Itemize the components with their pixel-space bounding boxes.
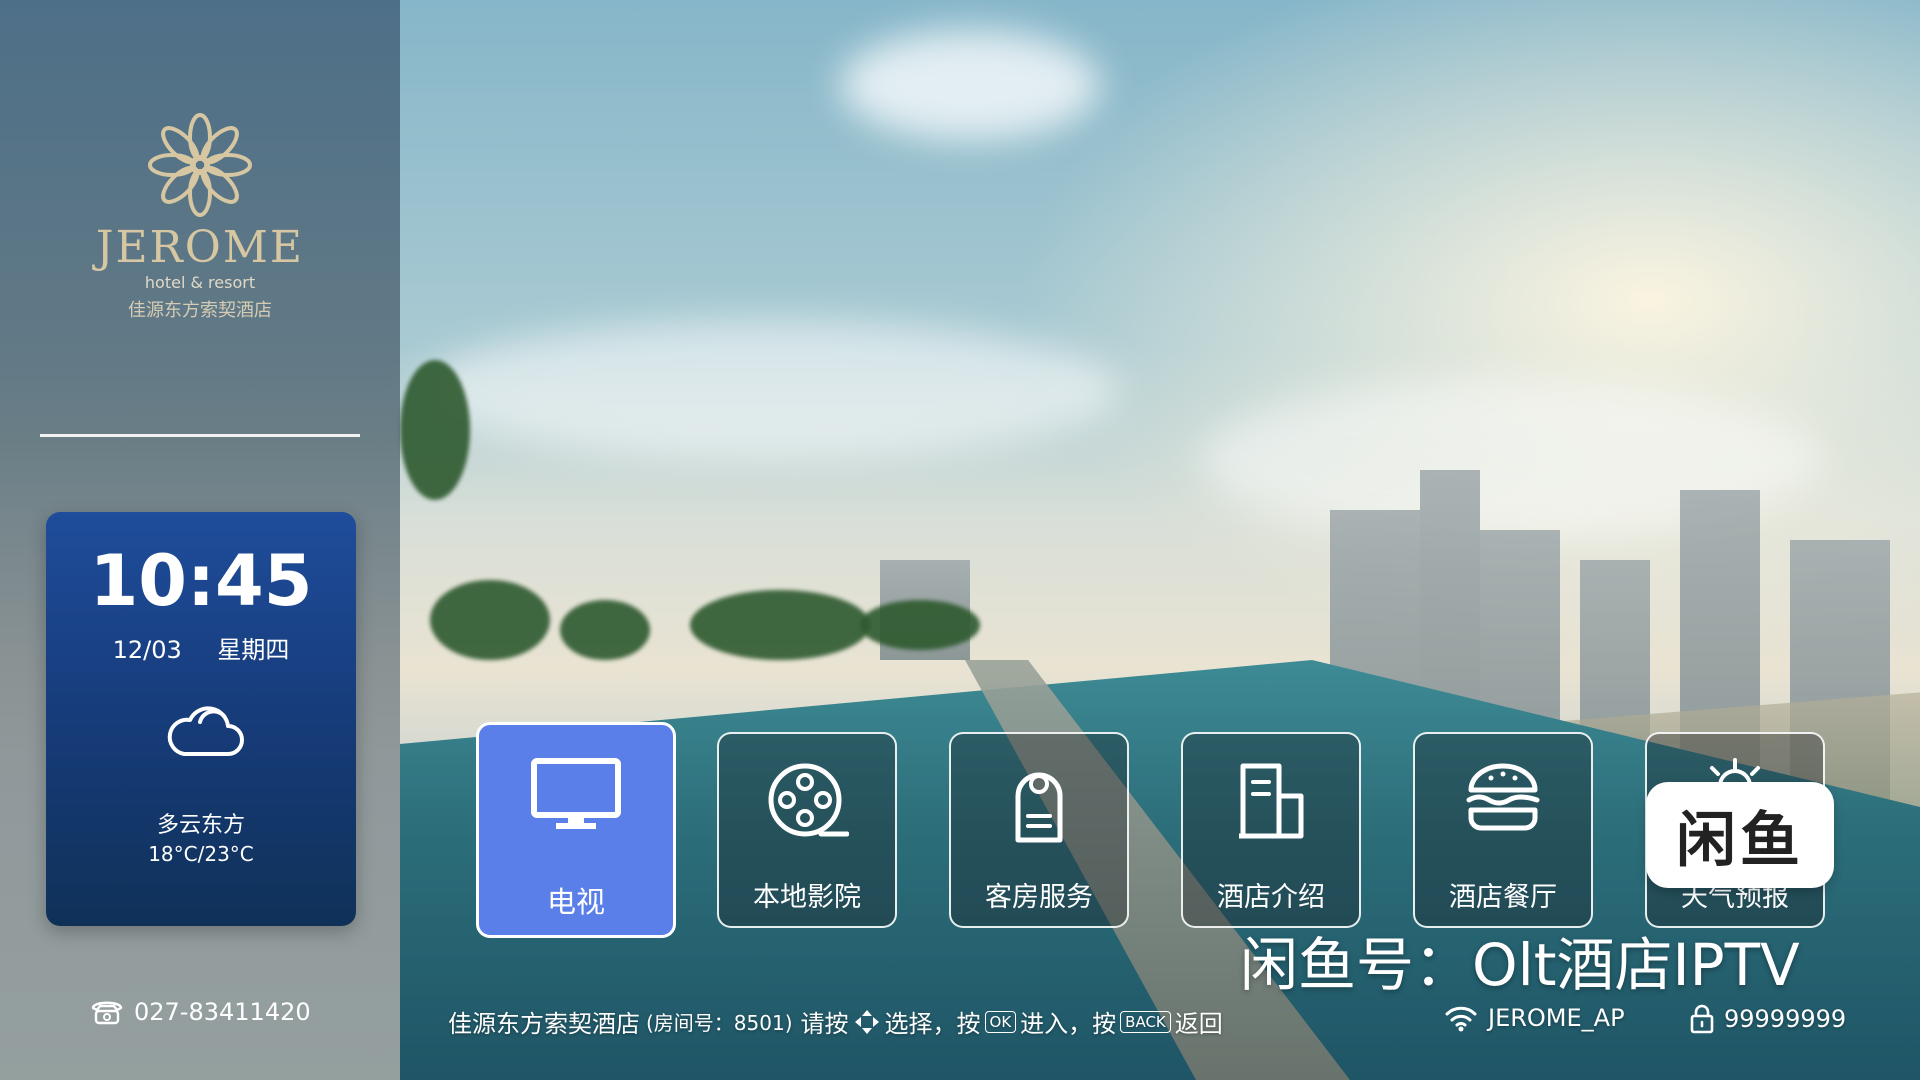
document-icon [1239, 763, 1304, 839]
menu-tile-label: 酒店介绍 [1217, 882, 1325, 913]
cloud-shape [840, 30, 1100, 140]
watermark-text: 闲鱼号：Olt酒店IPTV [1240, 931, 1800, 999]
hint-enter: 进入，按 [1020, 1010, 1117, 1038]
panel-divider [40, 434, 360, 437]
brand-name-cn: 佳源东方索契酒店 [128, 300, 272, 321]
hint-press: 请按 [800, 1010, 849, 1038]
lock-icon [1690, 1004, 1714, 1034]
menu-tile-hotel-intro[interactable]: 酒店介绍 [1181, 732, 1361, 928]
clock-time: 10:45 [89, 540, 313, 622]
hint-back: 返回 [1174, 1010, 1223, 1038]
left-panel: JEROME hotel & resort 佳源东方索契酒店 10:45 12/… [0, 0, 400, 1080]
hotel-name: 佳源东方索契酒店 [448, 1010, 640, 1038]
xianyu-badge: 闲鱼 [1646, 782, 1834, 888]
clock-date: 12/03 [112, 636, 182, 664]
palm-shape [400, 360, 470, 500]
clock-date-row: 12/03 星期四 [46, 630, 356, 665]
menu-tile-label: 酒店餐厅 [1449, 882, 1557, 913]
phone-number: 027-83411420 [134, 998, 311, 1026]
burger-icon [1466, 763, 1540, 831]
palm-shape [860, 600, 980, 650]
palm-shape [690, 590, 870, 660]
menu-tile-local-cinema[interactable]: 本地影院 [717, 732, 897, 928]
brand-name: JEROME [95, 222, 305, 273]
film-reel-icon [768, 763, 849, 837]
dpad-icon [854, 1009, 879, 1034]
hotel-logo: JEROME hotel & resort 佳源东方索契酒店 [0, 110, 400, 322]
front-desk-phone: 027-83411420 [90, 998, 311, 1026]
wifi-info: JEROME_AP [1444, 1004, 1625, 1032]
back-key-icon: BACK [1120, 1010, 1171, 1033]
menu-tile-tv[interactable]: 电视 [476, 722, 676, 938]
menu-tile-label: 客房服务 [985, 882, 1093, 913]
ok-key-icon: OK [984, 1010, 1017, 1033]
menu-tile-label: 电视 [546, 885, 605, 919]
hint-select: 选择，按 [884, 1010, 981, 1038]
wifi-name: JEROME_AP [1488, 1004, 1625, 1032]
wifi-icon [1445, 1006, 1477, 1032]
cloud-shape [420, 320, 1120, 460]
cloud-icon [167, 706, 244, 756]
brand-tagline: hotel & resort [144, 273, 256, 292]
navigation-hint-bar: 佳源东方索契酒店 (房间号：8501) 请按 选择，按 OK 进入，按 BACK… [448, 1004, 1223, 1039]
flower-logo-icon [148, 113, 252, 217]
room-number: (房间号：8501) [646, 1011, 793, 1035]
wifi-password: 99999999 [1724, 1005, 1847, 1033]
menu-tile-label: 本地影院 [753, 882, 861, 913]
menu-tile-hotel-restaurant[interactable]: 酒店餐厅 [1413, 732, 1593, 928]
clock-weekday: 星期四 [217, 636, 290, 664]
clock-weather-card: 10:45 12/03 星期四 多云东方 18°C/23°C [46, 512, 356, 926]
wifi-password-info: 99999999 [1690, 1004, 1846, 1034]
palm-shape [430, 580, 550, 660]
weather-description: 多云东方 [156, 813, 245, 838]
door-hanger-icon [1015, 772, 1063, 843]
palm-shape [560, 600, 650, 660]
phone-icon [91, 1001, 123, 1025]
temperature-range: 18°C/23°C [148, 842, 254, 866]
tv-icon [531, 758, 621, 829]
menu-tile-room-service[interactable]: 客房服务 [949, 732, 1129, 928]
xianyu-badge-text: 闲鱼 [1676, 805, 1804, 876]
